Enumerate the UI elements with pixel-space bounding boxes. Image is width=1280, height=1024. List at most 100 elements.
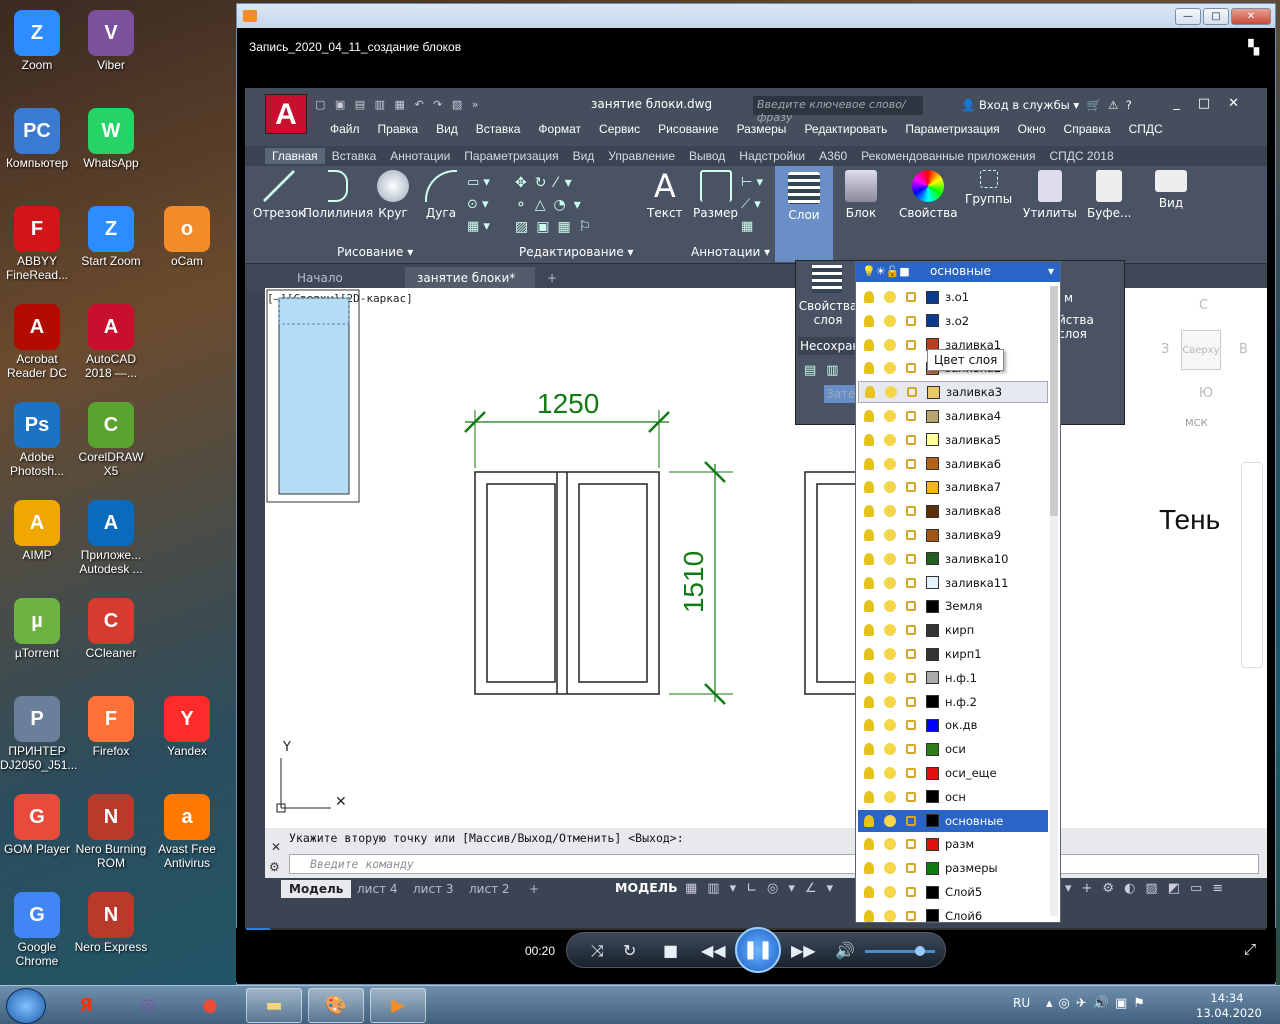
layer-color-swatch[interactable] xyxy=(926,409,939,423)
layer-properties-icon[interactable] xyxy=(812,265,842,293)
layer-color-swatch[interactable] xyxy=(926,718,939,732)
modify-panel-title[interactable]: Редактирование ▾ xyxy=(519,245,634,259)
taskbar-explorer[interactable]: ▬ xyxy=(246,988,302,1023)
layer-color-swatch[interactable] xyxy=(926,433,939,447)
search-input[interactable]: Введите ключевое слово/фразу xyxy=(753,96,923,124)
menu-item[interactable]: Формат xyxy=(529,122,590,136)
bulb-icon[interactable] xyxy=(864,552,874,565)
layer-item[interactable]: кирп xyxy=(858,619,1048,641)
sun-icon[interactable] xyxy=(884,790,896,803)
ribbon-tab[interactable]: Вставка xyxy=(325,148,384,164)
layer-color-swatch[interactable] xyxy=(926,480,939,494)
lock-icon[interactable] xyxy=(906,553,916,564)
layer-item[interactable]: оси_еще xyxy=(858,762,1048,784)
repeat-icon[interactable]: ↻ xyxy=(623,941,636,960)
lock-icon[interactable] xyxy=(906,887,916,897)
sun-icon[interactable] xyxy=(884,862,896,875)
bulb-icon[interactable] xyxy=(864,743,874,756)
lock-icon[interactable] xyxy=(906,315,916,326)
status-bar-right-tools[interactable]: ▾+⚙◐▨◩▭≡ xyxy=(1065,881,1233,896)
sun-icon[interactable] xyxy=(884,314,896,327)
layer-color-swatch[interactable] xyxy=(926,909,939,923)
layer-color-swatch[interactable] xyxy=(926,457,939,471)
fast-forward-icon[interactable]: ▶▶ xyxy=(791,941,816,960)
bulb-icon[interactable] xyxy=(864,767,874,779)
layer-color-swatch[interactable] xyxy=(926,528,939,542)
autocad-logo-button[interactable]: A xyxy=(265,94,307,134)
menu-item[interactable]: Вставка xyxy=(467,122,530,136)
desktop-icon[interactable]: A AIMP xyxy=(0,500,74,562)
bulb-icon[interactable] xyxy=(864,481,874,494)
menu-item[interactable]: Сервис xyxy=(590,122,649,136)
close-cmd-icon[interactable]: ✕ xyxy=(271,840,281,854)
status-bar-tools[interactable]: ▦▥▾∟◎▾∠▾ xyxy=(685,881,843,896)
desktop-icon[interactable]: G Google Chrome xyxy=(0,892,74,968)
lock-icon[interactable] xyxy=(906,791,916,802)
bulb-icon[interactable] xyxy=(864,576,874,589)
lock-icon[interactable] xyxy=(906,339,916,350)
desktop-icon[interactable]: o oCam xyxy=(150,206,224,268)
taskbar-yandex[interactable]: Я xyxy=(58,988,114,1023)
layer-color-swatch[interactable] xyxy=(926,314,939,328)
sun-icon[interactable] xyxy=(885,386,897,399)
sun-icon[interactable] xyxy=(884,433,896,446)
layer-item[interactable]: заливка11 xyxy=(858,572,1048,594)
layer-item[interactable]: осн xyxy=(858,786,1048,808)
menu-item[interactable]: Окно xyxy=(1009,122,1055,136)
ribbon-tab[interactable]: A360 xyxy=(812,148,854,164)
bulb-icon[interactable] xyxy=(864,362,874,375)
lock-icon[interactable] xyxy=(906,839,916,850)
draw-panel-title[interactable]: Рисование ▾ xyxy=(337,245,413,259)
menu-item[interactable]: Размеры xyxy=(728,122,796,136)
volume-knob[interactable] xyxy=(915,946,925,956)
lock-icon[interactable] xyxy=(906,577,916,588)
sun-icon[interactable] xyxy=(884,909,896,922)
sun-icon[interactable] xyxy=(884,362,896,375)
lock-icon[interactable] xyxy=(906,601,916,612)
menu-item[interactable]: Редактировать xyxy=(795,122,896,136)
bulb-icon[interactable] xyxy=(864,529,874,541)
sun-icon[interactable] xyxy=(884,505,896,518)
layer-color-swatch[interactable] xyxy=(927,385,940,399)
sun-icon[interactable] xyxy=(884,624,896,637)
lock-icon[interactable] xyxy=(906,696,916,707)
sun-icon[interactable] xyxy=(884,338,896,351)
start-button[interactable] xyxy=(6,988,46,1024)
bulb-icon[interactable] xyxy=(864,862,874,875)
add-layout-button[interactable]: + xyxy=(521,880,547,898)
layer-color-swatch[interactable] xyxy=(926,623,939,637)
desktop-icon[interactable]: F Firefox xyxy=(74,696,148,758)
sun-icon[interactable] xyxy=(884,648,896,660)
menu-item[interactable]: СПДС xyxy=(1120,122,1172,136)
lock-icon[interactable] xyxy=(906,744,916,755)
viewcube-face[interactable]: Сверху xyxy=(1181,330,1221,370)
layer-item[interactable]: кирп1 xyxy=(858,643,1048,665)
lock-icon[interactable] xyxy=(906,720,916,731)
layer-color-swatch[interactable] xyxy=(926,504,939,518)
lock-icon[interactable] xyxy=(906,625,916,636)
properties-tool[interactable]: Свойства xyxy=(899,170,958,220)
layer-item[interactable]: з.о1 xyxy=(858,286,1048,308)
tab-start[interactable]: Начало xyxy=(285,267,355,289)
block-tool[interactable]: Блок xyxy=(845,170,877,220)
wrench-icon[interactable]: ⚙ xyxy=(269,860,280,874)
taskbar-viber[interactable]: ◎ xyxy=(120,988,176,1023)
layer-color-swatch[interactable] xyxy=(926,837,939,851)
dimension-tool[interactable]: Размер xyxy=(693,170,738,220)
bulb-icon[interactable] xyxy=(864,314,874,327)
quick-access-toolbar[interactable]: ▢ ▣ ▤ ▥ ▦ ↶ ↷ ▧ » xyxy=(315,98,482,111)
lock-icon[interactable] xyxy=(906,458,916,469)
close-button[interactable]: ✕ xyxy=(1231,7,1271,25)
layer-dropdown-current[interactable]: 💡☀🔓■ основные ▾ xyxy=(856,262,1060,282)
desktop-icon[interactable]: A AutoCAD 2018 —... xyxy=(74,304,148,380)
sun-icon[interactable] xyxy=(884,743,896,756)
sun-icon[interactable] xyxy=(884,719,896,732)
polyline-tool[interactable]: Полилиния xyxy=(303,170,373,220)
line-tool[interactable]: Отрезок xyxy=(253,170,305,220)
lock-icon[interactable] xyxy=(906,910,916,921)
sun-icon[interactable] xyxy=(884,695,896,708)
pause-button[interactable]: ❚❚ xyxy=(735,927,781,973)
sun-icon[interactable] xyxy=(884,410,896,422)
taskbar-gom[interactable]: ● xyxy=(182,988,238,1023)
viewcube[interactable]: С З В Ю Сверху МСК xyxy=(1157,294,1253,429)
